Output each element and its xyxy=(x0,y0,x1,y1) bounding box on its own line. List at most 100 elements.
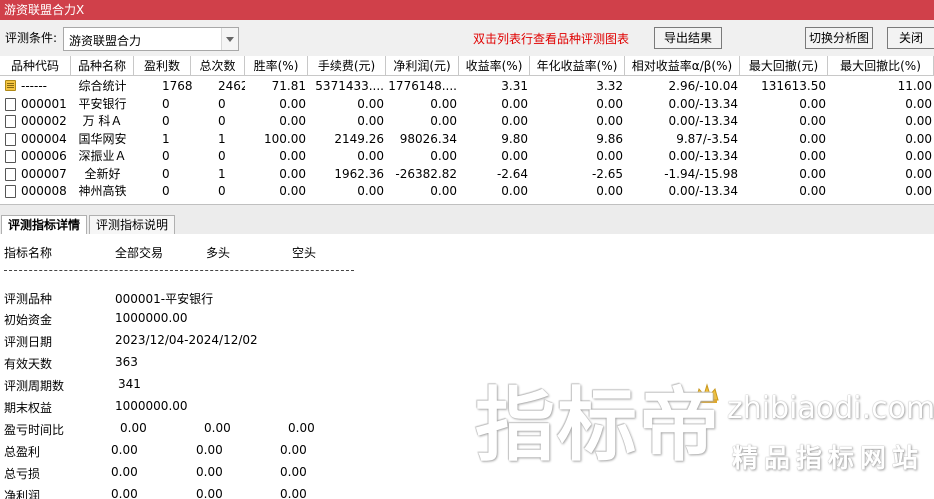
condition-select-value: 游资联盟合力 xyxy=(69,34,142,48)
detail-separator xyxy=(4,270,354,271)
table-cell-fee: 0.00 xyxy=(357,96,384,111)
detail-long-value: 0.00 xyxy=(204,421,231,435)
export-button[interactable]: 导出结果 xyxy=(654,27,722,49)
column-header-maxddratio[interactable]: 最大回撤比(%) xyxy=(828,56,934,76)
table-cell-maxdd: 0.00 xyxy=(799,184,826,198)
table-cell-total: 1 xyxy=(218,166,226,181)
document-icon xyxy=(5,185,16,198)
detail-header-long: 多头 xyxy=(206,246,231,260)
column-header-maxdd[interactable]: 最大回撤(元) xyxy=(740,56,828,76)
table-cell-annual: 0.00 xyxy=(596,114,623,128)
table-cell-wins: 0 xyxy=(162,166,170,181)
double-click-hint: 双击列表行查看品种评测图表 xyxy=(473,32,630,46)
document-icon xyxy=(5,150,16,163)
detail-all-value: 0.00 xyxy=(120,421,147,435)
detail-value: 2023/12/04-2024/12/02 xyxy=(115,333,258,347)
table-cell-name: 神州高铁 xyxy=(78,184,127,198)
table-cell-netprofit: 0.00 xyxy=(430,96,457,111)
table-cell-maxdd: 131613.50 xyxy=(761,79,826,93)
column-header-name[interactable]: 品种名称 xyxy=(71,56,134,76)
watermark-url: zhibiaodi.com xyxy=(727,391,934,426)
table-cell-maxdd: 0.00 xyxy=(799,114,826,128)
detail-long-value: 0.00 xyxy=(196,443,223,457)
table-cell-maxddratio: 0.00 xyxy=(905,96,932,111)
table-cell-return: 9.80 xyxy=(501,131,528,146)
close-button[interactable]: 关闭 xyxy=(887,27,934,49)
table-cell-code: 000002 xyxy=(21,114,67,128)
table-cell-name: 国华网安 xyxy=(78,131,127,146)
table-cell-name: 万 科Ａ xyxy=(82,114,123,128)
table-cell-alpha: 2.96/-10.04 xyxy=(668,79,738,93)
results-table: 品种代码 品种名称 盈利数 总次数 胜率(%) 手续费(元) 净利润(元) 收益率(%) 年化收… xyxy=(0,56,934,204)
table-cell-winrate: 0.00 xyxy=(279,166,306,181)
column-header-winrate[interactable]: 胜率(%) xyxy=(245,56,308,76)
table-cell-maxdd: 0.00 xyxy=(799,131,826,146)
table-cell-name: 深振业Ａ xyxy=(78,149,127,163)
table-cell-return: 3.31 xyxy=(501,79,528,93)
detail-value: 000001-平安银行 xyxy=(115,292,214,306)
column-header-total[interactable]: 总次数 xyxy=(191,56,245,76)
detail-label: 期末权益 xyxy=(4,401,53,415)
table-cell-annual: 9.86 xyxy=(596,131,623,146)
table-cell-annual: 0.00 xyxy=(596,184,623,198)
condition-label: 评测条件: xyxy=(5,31,58,45)
detail-short-value: 0.00 xyxy=(280,487,307,499)
document-icon xyxy=(5,132,16,146)
tab-metric-explanation[interactable]: 评测指标说明 xyxy=(89,215,176,235)
table-cell-total: 0 xyxy=(218,96,226,111)
column-header-annual[interactable]: 年化收益率(%) xyxy=(530,56,625,76)
table-cell-fee: 0.00 xyxy=(357,114,384,128)
table-cell-total: 0 xyxy=(218,149,226,163)
column-header-alpha[interactable]: 相对收益率α/β(%) xyxy=(625,56,740,76)
table-cell-total: 0 xyxy=(218,184,226,198)
table-cell-return: -2.64 xyxy=(496,166,528,181)
detail-label: 有效天数 xyxy=(4,357,53,371)
detail-label: 评测周期数 xyxy=(4,379,65,393)
table-cell-annual: 3.32 xyxy=(596,79,623,93)
summary-folder-icon xyxy=(5,80,16,91)
table-cell-code: 000008 xyxy=(21,184,67,198)
table-cell-netprofit: 0.00 xyxy=(430,114,457,128)
tab-metric-details[interactable]: 评测指标详情 xyxy=(1,215,88,236)
detail-label: 评测品种 xyxy=(4,292,53,306)
tab-strip: 评测指标详情 评测指标说明 xyxy=(0,204,934,236)
table-cell-return: 0.00 xyxy=(501,114,528,128)
window-titlebar: 游资联盟合力X xyxy=(0,0,934,20)
table-cell-winrate: 71.81 xyxy=(271,79,306,93)
table-cell-code: 000007 xyxy=(21,166,67,181)
table-cell-total: 1 xyxy=(218,131,226,146)
table-cell-code: 000006 xyxy=(21,149,67,163)
table-cell-total: 0 xyxy=(218,114,226,128)
table-cell-annual: 0.00 xyxy=(596,149,623,163)
table-cell-fee: 0.00 xyxy=(357,149,384,163)
table-cell-winrate: 0.00 xyxy=(279,184,306,198)
table-cell-netprofit: 0.00 xyxy=(430,184,457,198)
table-cell-alpha: 0.00/-13.34 xyxy=(668,149,738,163)
table-cell-wins: 1 xyxy=(162,131,170,146)
detail-header-name: 指标名称 xyxy=(4,246,53,260)
table-cell-maxddratio: 0.00 xyxy=(905,149,932,163)
switch-chart-button[interactable]: 切换分析图 xyxy=(805,27,873,49)
column-header-fee[interactable]: 手续费(元) xyxy=(308,56,386,76)
detail-value: 341 xyxy=(118,377,141,391)
chevron-down-icon xyxy=(226,37,234,42)
detail-value: 1000000.00 xyxy=(115,399,188,413)
column-header-code[interactable]: 品种代码 xyxy=(0,56,71,76)
table-cell-wins: 1768 xyxy=(162,79,193,93)
toolbar: 评测条件: 游资联盟合力 双击列表行查看品种评测图表 导出结果 切换分析图 关闭 xyxy=(0,20,934,56)
column-header-wins[interactable]: 盈利数 xyxy=(134,56,191,76)
column-header-return[interactable]: 收益率(%) xyxy=(459,56,530,76)
detail-label: 初始资金 xyxy=(4,313,53,327)
table-cell-annual: 0.00 xyxy=(596,96,623,111)
table-cell-maxddratio: 11.00 xyxy=(897,79,932,93)
condition-select[interactable]: 游资联盟合力 xyxy=(63,27,239,51)
table-cell-code: 000004 xyxy=(21,131,67,146)
detail-long-value: 0.00 xyxy=(196,465,223,479)
table-cell-return: 0.00 xyxy=(501,184,528,198)
detail-value: 363 xyxy=(115,355,138,369)
table-cell-alpha: 0.00/-13.34 xyxy=(668,96,738,111)
column-header-netprofit[interactable]: 净利润(元) xyxy=(386,56,459,76)
condition-dropdown-button[interactable] xyxy=(221,28,238,50)
table-cell-return: 0.00 xyxy=(501,149,528,163)
table-cell-netprofit: 1776148.... xyxy=(388,79,457,93)
